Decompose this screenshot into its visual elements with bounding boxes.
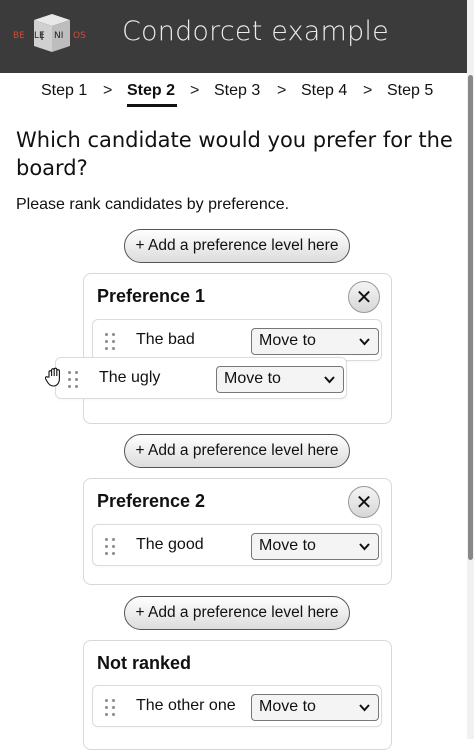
preference-group-1: Preference 1 ✕ The bad Move to [83, 273, 392, 424]
chevron-down-icon [359, 704, 370, 712]
dragged-candidate-item[interactable]: The ugly Move to [55, 357, 347, 399]
app-title: Condorcet example [122, 16, 389, 47]
svg-text:NI: NI [54, 31, 63, 41]
grab-cursor-icon [45, 367, 60, 387]
candidate-name: The other one [136, 697, 236, 714]
not-ranked-title: Not ranked [97, 653, 192, 673]
step-3: Step 3 [214, 82, 261, 99]
chevron-down-icon [359, 543, 370, 551]
question-title: Which candidate would you prefer for the… [16, 128, 453, 180]
candidate-name: The good [136, 536, 204, 553]
step-separator: > [363, 82, 373, 99]
scrollbar-track[interactable] [467, 0, 474, 739]
current-step-underline [127, 104, 177, 107]
svg-text:BE: BE [13, 31, 25, 41]
step-5: Step 5 [387, 82, 434, 99]
add-preference-level-button[interactable]: + Add a preference level here [124, 434, 350, 468]
step-separator: > [277, 82, 287, 99]
preference-title: Preference 2 [97, 491, 206, 511]
drag-handle-icon[interactable] [68, 369, 80, 389]
drag-handle-icon[interactable] [105, 331, 117, 351]
drag-handle-icon[interactable] [105, 697, 117, 717]
move-to-select[interactable]: Move to [251, 694, 379, 721]
move-to-select[interactable]: Move to [216, 366, 344, 393]
move-to-select[interactable]: Move to [251, 328, 379, 355]
add-preference-level-button[interactable]: + Add a preference level here [124, 596, 350, 630]
candidate-item[interactable]: The other one Move to [92, 685, 382, 727]
not-ranked-group: Not ranked The other one Move to [83, 640, 392, 750]
move-to-label: Move to [259, 698, 316, 715]
step-2-current: Step 2 [127, 82, 176, 99]
candidate-name: The bad [136, 331, 195, 348]
move-to-label: Move to [259, 537, 316, 554]
move-to-label: Move to [224, 370, 281, 387]
remove-level-button[interactable]: ✕ [348, 281, 380, 313]
svg-text:LE: LE [34, 31, 45, 41]
preference-group-2: Preference 2 ✕ The good Move to [83, 478, 392, 585]
app-header: BE LE NI OS Condorcet example [0, 0, 467, 73]
step-1: Step 1 [41, 82, 88, 99]
step-separator: > [103, 82, 113, 99]
preference-title: Preference 1 [97, 286, 206, 306]
belenios-logo: BE LE NI OS [13, 14, 86, 52]
close-icon: ✕ [355, 490, 373, 514]
svg-text:OS: OS [73, 31, 86, 41]
close-icon: ✕ [355, 285, 373, 309]
candidate-name: The ugly [99, 369, 161, 386]
instructions: Please rank candidates by preference. [16, 196, 290, 213]
scrollbar-thumb[interactable] [468, 75, 473, 560]
step-breadcrumb: Step 1 > Step 2 > Step 3 > Step 4 > Step… [0, 82, 467, 108]
candidate-item[interactable]: The bad Move to [92, 319, 382, 361]
candidate-item[interactable]: The good Move to [92, 524, 382, 566]
chevron-down-icon [324, 376, 335, 384]
chevron-down-icon [359, 338, 370, 346]
remove-level-button[interactable]: ✕ [348, 486, 380, 518]
move-to-select[interactable]: Move to [251, 533, 379, 560]
step-separator: > [190, 82, 200, 99]
step-4: Step 4 [301, 82, 348, 99]
add-preference-level-button[interactable]: + Add a preference level here [124, 229, 350, 263]
move-to-label: Move to [259, 332, 316, 349]
drag-handle-icon[interactable] [105, 536, 117, 556]
